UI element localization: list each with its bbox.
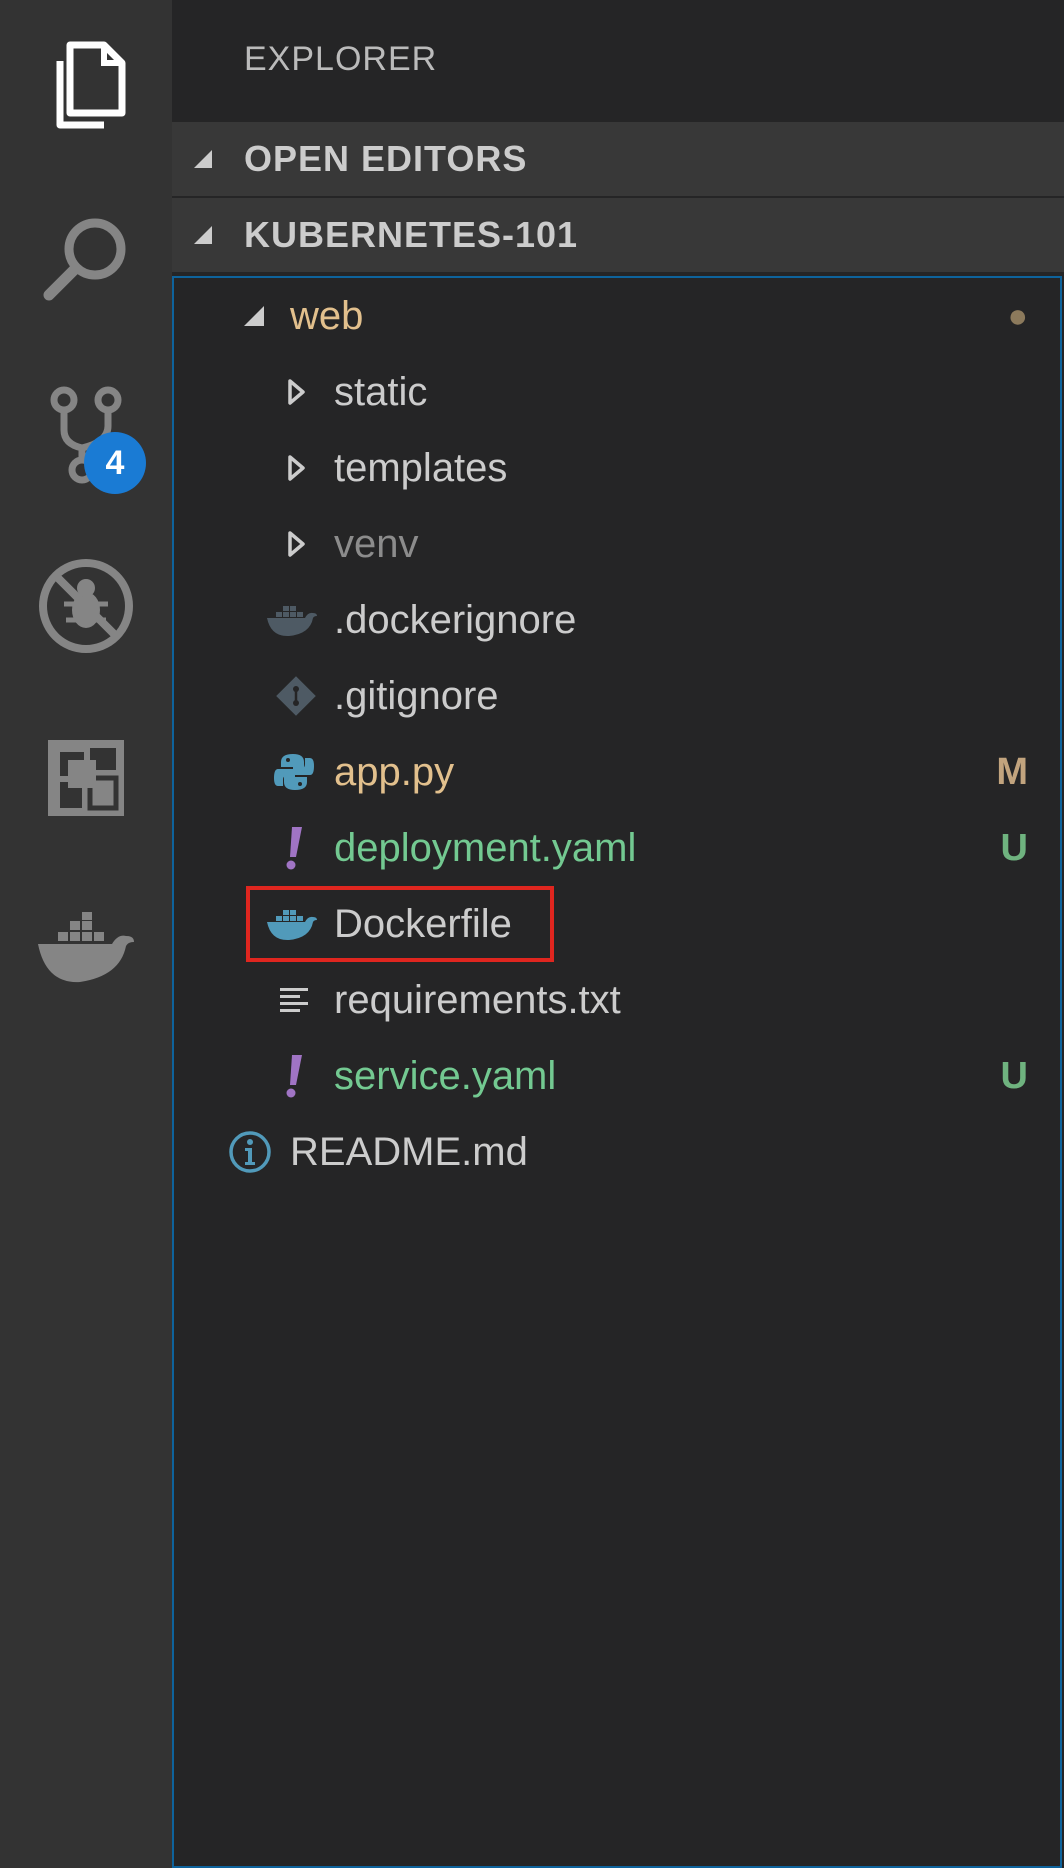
tree-item-static[interactable]: static	[174, 354, 1062, 430]
explorer-activity-button[interactable]	[0, 16, 172, 156]
modified-dot: ●	[1007, 296, 1028, 335]
twist-right-icon	[268, 364, 324, 420]
section-label: KUBERNETES-101	[244, 214, 579, 255]
text-file-icon	[266, 972, 322, 1028]
tree-item-deployment-yaml[interactable]: deployment.yaml U	[174, 810, 1062, 886]
sidebar-title: EXPLORER	[244, 40, 438, 78]
tree-item-service-yaml[interactable]: service.yaml U	[174, 1038, 1062, 1114]
workspace-header[interactable]: KUBERNETES-101	[172, 198, 1064, 272]
tree-item-label: README.md	[290, 1129, 528, 1174]
tree-item-label: venv	[334, 521, 419, 566]
source-control-activity-button[interactable]	[0, 366, 172, 506]
files-icon	[46, 41, 126, 131]
tree-item-web[interactable]: web ●	[174, 278, 1062, 354]
activity-bar: 4	[0, 0, 172, 1868]
open-editors-header[interactable]: OPEN EDITORS	[172, 122, 1064, 196]
tree-item-dockerignore[interactable]: .dockerignore	[174, 582, 1062, 658]
extensions-activity-button[interactable]	[0, 708, 172, 848]
extensions-icon	[46, 738, 126, 818]
yaml-file-icon	[266, 1048, 322, 1104]
file-tree: web ● static templates venv .dockerignor…	[172, 276, 1062, 1868]
no-debug-icon	[36, 556, 136, 656]
dockerfile-highlight-box	[246, 886, 554, 962]
git-file-icon	[268, 668, 324, 724]
tree-item-label: .gitignore	[334, 673, 499, 718]
section-label: OPEN EDITORS	[244, 138, 528, 179]
git-status-modified: M	[996, 750, 1028, 793]
explorer-sidebar: EXPLORER OPEN EDITORS KUBERNETES-101 web…	[172, 0, 1064, 1868]
twist-down-icon	[226, 288, 282, 344]
tree-item-label: service.yaml	[334, 1053, 557, 1098]
python-file-icon	[266, 744, 322, 800]
search-activity-button[interactable]	[0, 190, 172, 330]
tree-item-app-py[interactable]: app.py M	[174, 734, 1062, 810]
info-file-icon	[222, 1124, 278, 1180]
search-icon	[41, 215, 131, 305]
tree-item-requirements-txt[interactable]: requirements.txt	[174, 962, 1062, 1038]
git-status-untracked: U	[1000, 826, 1028, 869]
tree-item-label: templates	[334, 445, 508, 490]
yaml-file-icon	[266, 820, 322, 876]
tree-item-label: requirements.txt	[334, 977, 621, 1022]
tree-item-venv[interactable]: venv	[174, 506, 1062, 582]
tree-item-label: static	[334, 369, 428, 414]
tree-item-readme-md[interactable]: README.md	[174, 1114, 1062, 1190]
twist-down-icon	[194, 150, 212, 168]
tree-item-gitignore[interactable]: .gitignore	[174, 658, 1062, 734]
tree-item-templates[interactable]: templates	[174, 430, 1062, 506]
source-control-badge: 4	[84, 432, 146, 494]
twist-down-icon	[194, 226, 212, 244]
twist-right-icon	[268, 440, 324, 496]
tree-item-label: web	[290, 293, 364, 338]
tree-item-label: app.py	[334, 749, 455, 794]
twist-right-icon	[268, 516, 324, 572]
git-status-untracked: U	[1000, 1054, 1028, 1097]
tree-item-label: deployment.yaml	[334, 825, 637, 870]
debug-activity-button[interactable]	[0, 536, 172, 676]
tree-item-label: .dockerignore	[334, 597, 577, 642]
docker-activity-button[interactable]	[0, 880, 172, 1020]
docker-file-icon	[264, 592, 320, 648]
docker-whale-icon	[36, 912, 136, 988]
